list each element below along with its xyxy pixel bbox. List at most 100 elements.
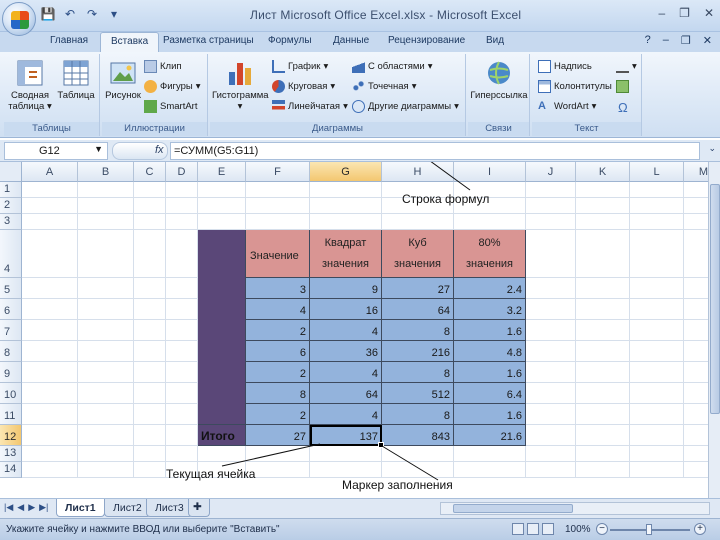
textbox-button[interactable]: Надпись	[538, 60, 592, 73]
smartart-button[interactable]: SmartArt	[144, 100, 197, 113]
column-header-k[interactable]: K	[576, 162, 630, 182]
row-header-5[interactable]: 5	[0, 278, 22, 299]
active-cell[interactable]: 137	[310, 425, 382, 446]
table-cell[interactable]: 9	[310, 278, 382, 299]
insert-function-button[interactable]: fx	[112, 142, 168, 160]
row-header-6[interactable]: 6	[0, 299, 22, 320]
worksheet-grid[interactable]: A B C D E F G H I J K L M 1 2 3 4 5 6 7 8 9 10 11 12 13 14 Итого Зна…	[0, 162, 708, 498]
row-header-1[interactable]: 1	[0, 182, 22, 198]
table-cell[interactable]: 6	[246, 341, 310, 362]
fill-handle[interactable]	[378, 442, 384, 448]
column-header-b[interactable]: B	[78, 162, 134, 182]
tab-page-layout[interactable]: Разметка страницы	[163, 35, 254, 46]
redo-icon[interactable]: ↷	[84, 6, 100, 22]
total-cell[interactable]: 843	[382, 425, 454, 446]
tab-insert[interactable]: Вставка	[100, 32, 160, 52]
tab-view[interactable]: Вид	[486, 35, 504, 46]
column-header-j[interactable]: J	[526, 162, 576, 182]
name-box[interactable]: G12 ▼	[4, 142, 108, 160]
row-header-13[interactable]: 13	[0, 446, 22, 462]
zoom-slider-knob[interactable]	[646, 524, 652, 535]
symbol-button[interactable]: Ω	[618, 100, 628, 115]
row-header-8[interactable]: 8	[0, 341, 22, 362]
table-cell[interactable]: 1.6	[454, 362, 526, 383]
zoom-in-icon[interactable]: +	[694, 523, 706, 535]
column-header-g[interactable]: G	[310, 162, 382, 182]
table-cell[interactable]: 16	[310, 299, 382, 320]
table-cell[interactable]: 3	[246, 278, 310, 299]
table-side-block[interactable]	[198, 230, 246, 425]
sheet-tab-3[interactable]: Лист3	[146, 499, 193, 517]
page-break-view-icon[interactable]	[542, 523, 554, 535]
line-chart-button[interactable]: График ▾	[272, 60, 328, 73]
table-cell[interactable]: 2.4	[454, 278, 526, 299]
table-cell[interactable]: 4.8	[454, 341, 526, 362]
table-cell[interactable]: 2	[246, 362, 310, 383]
row-header-7[interactable]: 7	[0, 320, 22, 341]
last-sheet-icon[interactable]: ▶|	[39, 502, 48, 513]
column-header-i[interactable]: I	[454, 162, 526, 182]
row-header-2[interactable]: 2	[0, 198, 22, 214]
wordart-button[interactable]: A WordArt ▾	[538, 100, 596, 113]
sheet-tab-1[interactable]: Лист1	[56, 499, 105, 517]
header-percent[interactable]: 80% значения	[454, 230, 526, 278]
customize-qat-icon[interactable]: ▾	[106, 6, 122, 22]
table-cell[interactable]: 8	[382, 320, 454, 341]
row-header-14[interactable]: 14	[0, 462, 22, 478]
table-cell[interactable]: 64	[310, 383, 382, 404]
table-cell[interactable]: 4	[310, 320, 382, 341]
headerfooter-button[interactable]: Колонтитулы	[538, 80, 612, 93]
insert-sheet-icon[interactable]: ✚	[188, 499, 210, 517]
ribbon-restore-icon[interactable]: ❐	[681, 34, 691, 47]
table-cell[interactable]: 27	[382, 278, 454, 299]
tab-formulas[interactable]: Формулы	[268, 35, 312, 46]
table-cell[interactable]: 1.6	[454, 320, 526, 341]
scatter-chart-button[interactable]: Точечная ▾	[352, 80, 416, 93]
row-header-4[interactable]: 4	[0, 230, 22, 278]
object-button[interactable]	[616, 80, 629, 93]
minimize-icon[interactable]: –	[658, 6, 665, 20]
area-chart-button[interactable]: С областями ▾	[352, 60, 433, 73]
column-header-c[interactable]: C	[134, 162, 166, 182]
total-label[interactable]: Итого	[198, 425, 246, 446]
header-square[interactable]: Квадрат значения	[310, 230, 382, 278]
table-cell[interactable]: 8	[382, 362, 454, 383]
clip-button[interactable]: Клип	[144, 60, 182, 73]
column-header-e[interactable]: E	[198, 162, 246, 182]
table-cell[interactable]: 6.4	[454, 383, 526, 404]
row-header-9[interactable]: 9	[0, 362, 22, 383]
next-sheet-icon[interactable]: ▶	[28, 502, 35, 513]
column-header-h[interactable]: H	[382, 162, 454, 182]
signature-button[interactable]: ▾	[616, 60, 637, 73]
table-cell[interactable]: 8	[246, 383, 310, 404]
pivot-table-button[interactable]: Сводная таблица ▾	[8, 58, 52, 112]
zoom-out-icon[interactable]: −	[596, 523, 608, 535]
undo-icon[interactable]: ↶	[62, 6, 78, 22]
table-cell[interactable]: 1.6	[454, 404, 526, 425]
vertical-scroll-thumb[interactable]	[710, 184, 720, 414]
normal-view-icon[interactable]	[512, 523, 524, 535]
row-header-12[interactable]: 12	[0, 425, 22, 446]
column-header-f[interactable]: F	[246, 162, 310, 182]
row-header-10[interactable]: 10	[0, 383, 22, 404]
vertical-scrollbar[interactable]	[708, 162, 720, 498]
first-sheet-icon[interactable]: |◀	[4, 502, 13, 513]
row-header-3[interactable]: 3	[0, 214, 22, 230]
histogram-button[interactable]: Гистограмма ▾	[212, 58, 269, 112]
column-header-m[interactable]: M	[684, 162, 708, 182]
bar-chart-button[interactable]: Линейчатая ▾	[272, 100, 348, 113]
ribbon-minimize-icon[interactable]: –	[663, 34, 669, 47]
table-cell[interactable]: 3.2	[454, 299, 526, 320]
table-cell[interactable]: 4	[246, 299, 310, 320]
tab-home[interactable]: Главная	[50, 35, 88, 46]
zoom-level[interactable]: 100%	[565, 524, 591, 535]
office-button[interactable]	[2, 2, 36, 36]
header-cube[interactable]: Куб значения	[382, 230, 454, 278]
select-all-corner[interactable]	[0, 162, 22, 182]
table-cell[interactable]: 2	[246, 404, 310, 425]
shapes-button[interactable]: Фигуры ▾	[144, 80, 201, 93]
table-cell[interactable]: 4	[310, 362, 382, 383]
column-header-l[interactable]: L	[630, 162, 684, 182]
column-header-a[interactable]: A	[22, 162, 78, 182]
tab-review[interactable]: Рецензирование	[388, 35, 465, 46]
